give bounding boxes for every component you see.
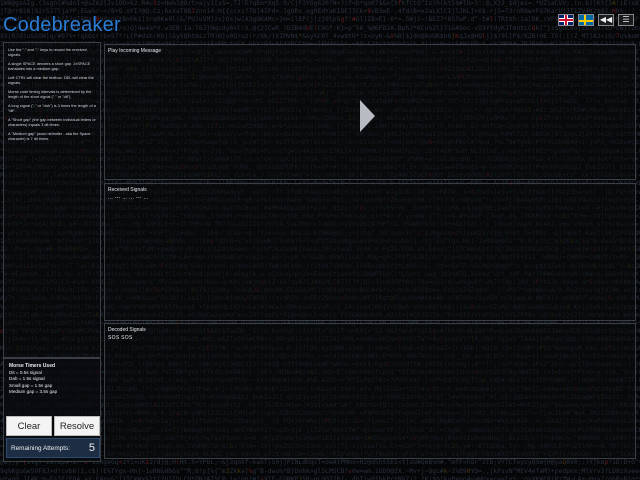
attempts-count: 5	[88, 442, 95, 454]
decoded-signals-value[interactable]: SOS SOS	[108, 335, 133, 341]
instruction-line: Use the "." and "-" keys to record the r…	[8, 47, 87, 57]
play-message-panel: Play Incoming Message	[104, 44, 636, 180]
instruction-line: Morse code timing intervals is determine…	[8, 89, 92, 99]
resolve-button[interactable]: Resolve	[54, 416, 100, 436]
instruction-line: A single SPACE denotes a short gap. 2xSP…	[8, 61, 91, 71]
panel-title: Decoded Signals	[108, 327, 146, 333]
game-screen: 1W8@gs&Ig.(3sgn[#%dnI+@sZA2[Jv1OO>k2.R4u…	[0, 0, 640, 480]
decoded-signals-panel[interactable]: Decoded Signals SOS SOS	[104, 323, 636, 459]
top-toolbar: ◀◀ ☰	[558, 14, 634, 26]
attempts-label: Remaining Attempts:	[11, 444, 70, 452]
morse-timers: Morse Timers Used Dit = 0.5s signal Dah …	[4, 359, 100, 399]
received-signals-panel[interactable]: Received Signals ... --- ... ... --- ...	[104, 183, 636, 321]
action-buttons: Clear Resolve	[6, 416, 100, 436]
panel-title: Received Signals	[108, 187, 147, 193]
app-title: Codebreaker	[3, 14, 121, 36]
received-signals-value[interactable]: ... --- ... ... --- ...	[108, 195, 149, 201]
remaining-attempts: Remaining Attempts: 5	[6, 438, 100, 458]
instructions-text: Use the "." and "-" keys to record the r…	[8, 47, 96, 141]
clear-button[interactable]: Clear	[6, 416, 52, 436]
menu-icon[interactable]: ☰	[618, 14, 634, 26]
panel-title: Play Incoming Message	[108, 48, 162, 54]
instruction-line: A "Short gap" (the gap between individua…	[8, 117, 96, 127]
instruction-line: A "Medium gap" (word delimiter - aka the…	[8, 131, 91, 141]
rewind-icon[interactable]: ◀◀	[598, 14, 614, 26]
instruction-line: Left CTRL will clear the textbox. DEL wi…	[8, 75, 94, 85]
timer-line: Medium gap = 3,5s gap	[9, 388, 58, 394]
instructions-panel: Use the "." and "-" keys to record the r…	[3, 42, 101, 358]
play-icon[interactable]	[360, 100, 375, 132]
uk-flag-icon[interactable]	[558, 14, 574, 26]
controls-panel: Morse Timers Used Dit = 0.5s signal Dah …	[3, 358, 101, 462]
timers-heading: Morse Timers Used	[9, 363, 56, 369]
instruction-line: A long signal ("-" or "dah") is 3 times …	[8, 103, 96, 113]
sweden-flag-icon[interactable]	[578, 14, 594, 26]
